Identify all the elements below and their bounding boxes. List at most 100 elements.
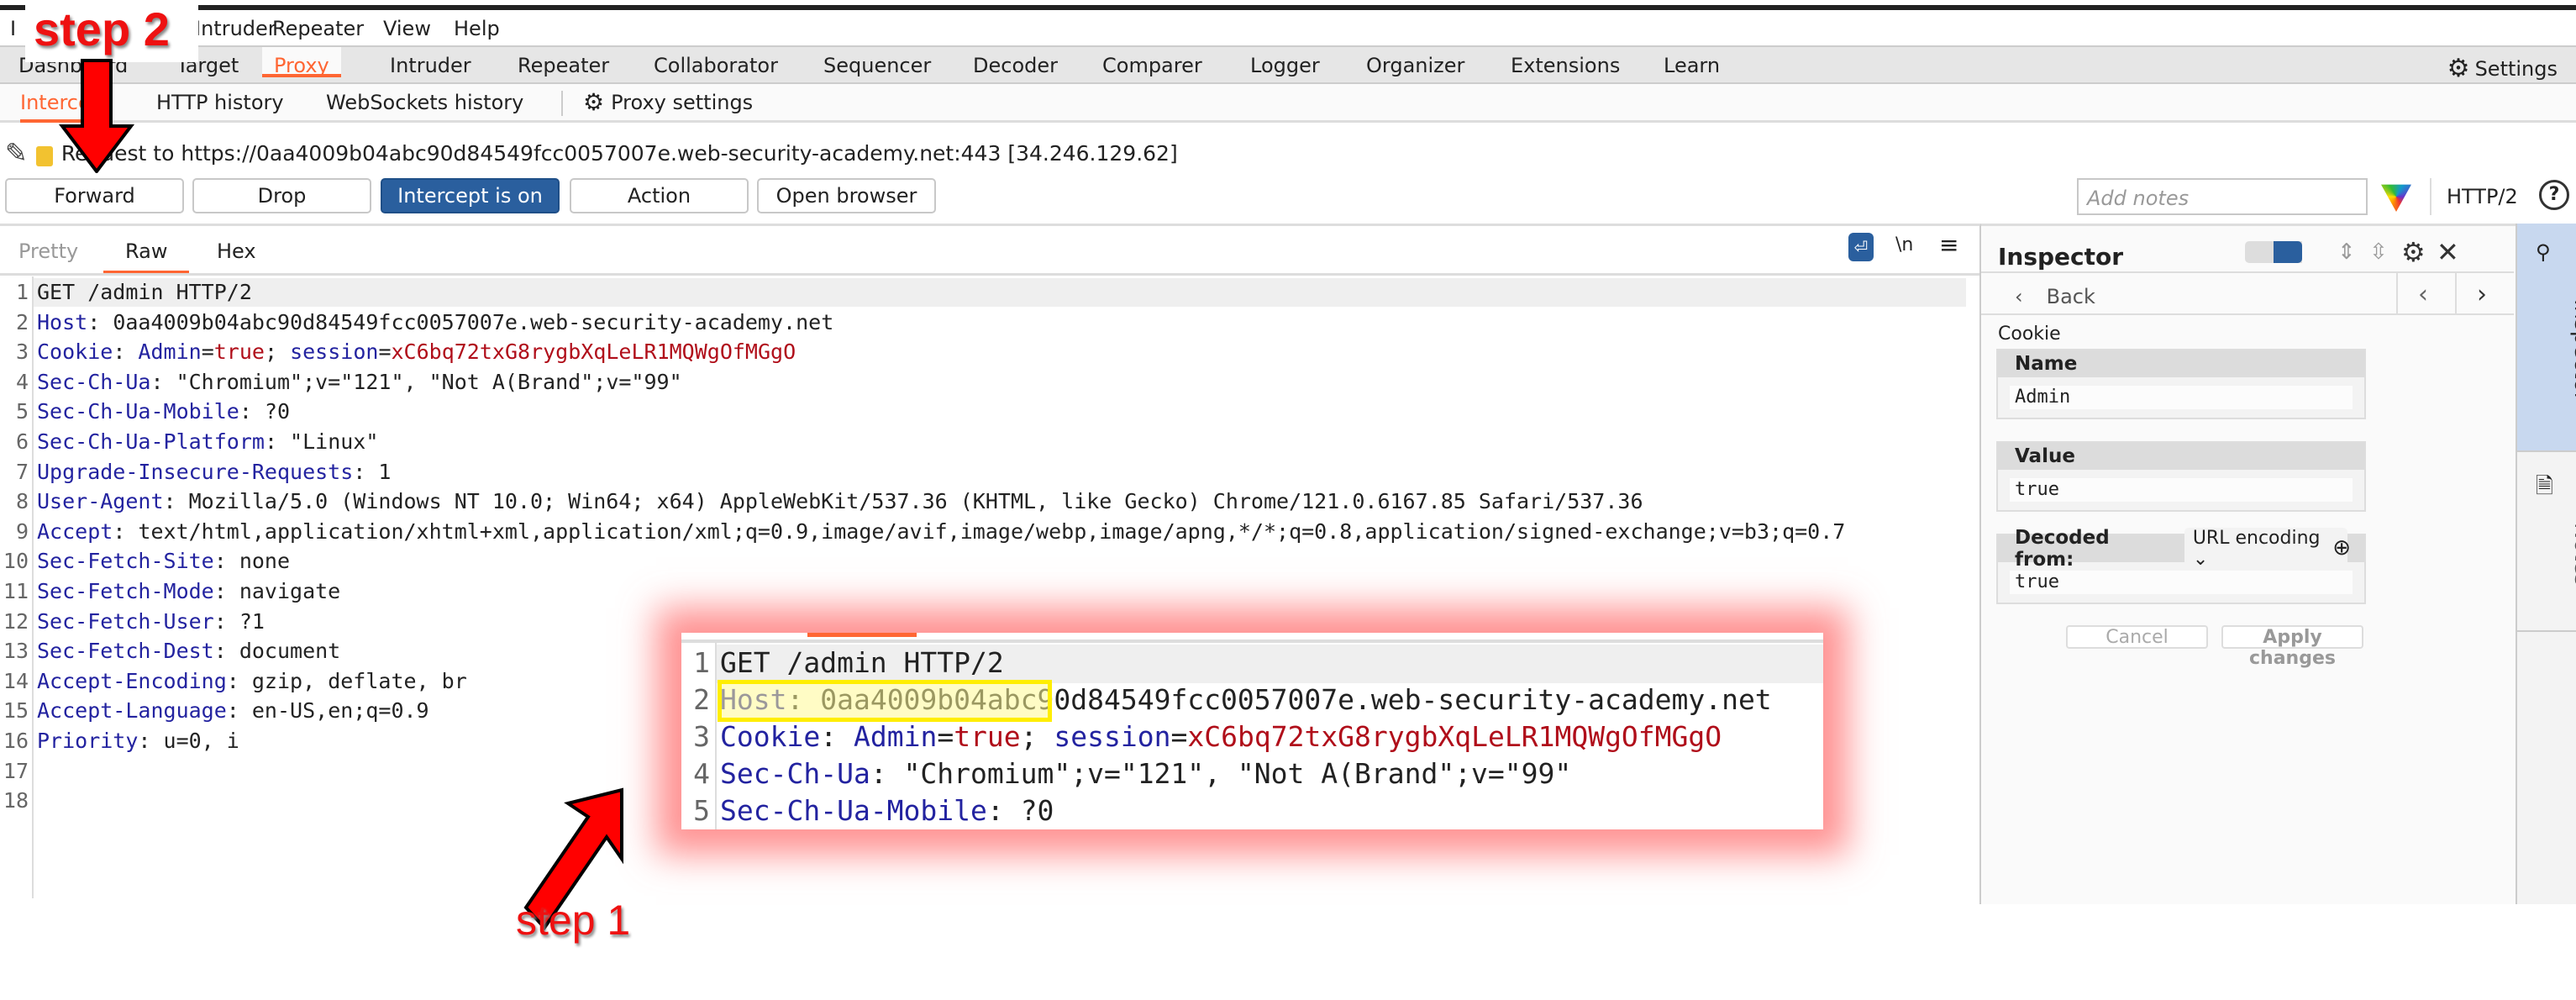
code-line: Host: 0aa4009b04abc90d84549fcc0057007e.w… <box>37 310 833 334</box>
menu-item[interactable]: I <box>10 17 16 40</box>
code-text: : u=0, i <box>138 729 239 753</box>
editor-tab-pretty[interactable]: Pretty <box>18 239 78 263</box>
header-name: Upgrade-Insecure-Requests <box>37 459 354 484</box>
notes-input[interactable]: Add notes <box>2077 178 2368 215</box>
tab-comparer[interactable]: Comparer <box>1102 54 1202 77</box>
action-button[interactable]: Action <box>570 178 749 213</box>
line-number: 14 <box>3 668 29 693</box>
cancel-button[interactable]: Cancel <box>2066 625 2208 649</box>
gear-icon[interactable]: ⚙ <box>2401 236 2426 268</box>
header-name: Accept-Encoding <box>37 668 227 693</box>
value-field[interactable]: true <box>2010 478 2353 502</box>
tab-decoder[interactable]: Decoder <box>973 54 1058 77</box>
line-number: 17 <box>3 758 29 783</box>
word-wrap-icon[interactable]: ⏎ <box>1848 233 1874 261</box>
line-number: 10 <box>3 549 29 574</box>
cookie-highlight-box <box>718 680 1052 722</box>
line-number: 7 <box>15 459 29 484</box>
tab-extensions[interactable]: Extensions <box>1511 54 1620 77</box>
layout-vertical-icon[interactable] <box>2274 241 2302 263</box>
tab-logger[interactable]: Logger <box>1250 54 1320 77</box>
subtab-websockets-history[interactable]: WebSockets history <box>326 91 523 114</box>
close-icon[interactable]: ✕ <box>2437 236 2459 268</box>
line-number: 12 <box>3 608 29 634</box>
code-text: : ?0 <box>239 399 291 424</box>
back-button[interactable]: ‹ Back <box>2015 285 2095 308</box>
subtab-http-history[interactable]: HTTP history <box>156 91 284 114</box>
line-number: 11 <box>3 579 29 603</box>
code-line: Sec-Ch-Ua-Platform: "Linux" <box>37 429 378 454</box>
intercept-toggle-button[interactable]: Intercept is on <box>381 178 560 213</box>
code-line: GET /admin HTTP/2 <box>720 646 1004 679</box>
editor-tab-raw[interactable]: Raw <box>103 239 190 275</box>
decoding-select[interactable]: URL encoding ⌄ <box>2184 528 2347 570</box>
code-line: Sec-Ch-Ua: "Chromium";v="121", "Not A(Br… <box>37 370 682 394</box>
drop-button[interactable]: Drop <box>192 178 371 213</box>
header-name: Cookie <box>720 720 821 753</box>
tab-repeater[interactable]: Repeater <box>518 54 609 77</box>
code-line: Priority: u=0, i <box>37 729 239 753</box>
tab-organizer[interactable]: Organizer <box>1366 54 1464 77</box>
editor-tab-hex[interactable]: Hex <box>217 239 256 263</box>
code-text: : en-US,en;q=0.9 <box>226 698 429 724</box>
code-text: : 0aa4009b04abc90d84549fcc0057007e.web-s… <box>87 309 834 334</box>
proxy-settings-button[interactable]: ⚙ Proxy settings <box>583 91 753 115</box>
expand-icon[interactable]: ⇕ <box>2337 239 2356 265</box>
tab-sequencer[interactable]: Sequencer <box>823 54 931 77</box>
code-line: Sec-Ch-Ua: "Chromium";v="121", "Not A(Br… <box>720 757 1571 790</box>
header-value: true <box>954 720 1021 753</box>
menu-help[interactable]: Help <box>454 17 500 40</box>
apply-changes-button[interactable]: Apply changes <box>2221 625 2363 669</box>
newline-toggle[interactable]: \n <box>1895 234 1913 255</box>
settings-button[interactable]: ⚙ Settings <box>2447 54 2558 83</box>
menu-icon[interactable]: ≡ <box>1939 231 1958 259</box>
menu-repeater[interactable]: Repeater <box>272 17 364 40</box>
header-name: Sec-Fetch-Site <box>37 549 214 574</box>
side-tab-inspector[interactable]: ⚲ Inspector <box>2517 224 2576 450</box>
menu-intruder[interactable]: Intruder <box>195 17 276 40</box>
code-text: : none <box>213 549 291 574</box>
arrow-down-icon <box>59 59 134 173</box>
collapse-icon[interactable]: ⇳ <box>2369 239 2388 265</box>
menu-view[interactable]: View <box>383 17 431 40</box>
menu-bar: I Intruder Repeater View Help <box>0 10 2576 47</box>
name-field[interactable]: Admin <box>2010 386 2353 409</box>
back-label: Back <box>2046 285 2095 308</box>
code-line: GET /admin HTTP/2 <box>37 280 252 304</box>
line-number: 2 <box>15 309 29 334</box>
tab-intruder[interactable]: Intruder <box>390 54 471 77</box>
decoded-field[interactable]: true <box>2010 571 2353 594</box>
header-name: Host <box>37 309 88 334</box>
header-name: Sec-Fetch-Dest <box>37 639 214 664</box>
previous-icon[interactable]: ‹ <box>2418 280 2428 309</box>
header-name: Sec-Ch-Ua-Platform <box>37 429 265 454</box>
divider <box>561 91 563 116</box>
name-label: Name <box>1998 350 2364 377</box>
header-name: Sec-Ch-Ua <box>720 757 870 790</box>
open-browser-button[interactable]: Open browser <box>757 178 936 213</box>
next-icon[interactable]: › <box>2477 280 2487 309</box>
add-icon[interactable]: ⊕ <box>2332 535 2351 561</box>
divider <box>2455 273 2457 313</box>
tab-collaborator[interactable]: Collaborator <box>654 54 778 77</box>
inspector-title: Inspector <box>1998 243 2124 271</box>
forward-button[interactable]: Forward <box>5 178 184 213</box>
notes-icon: 🗎 <box>2536 474 2553 499</box>
code-line: Accept-Language: en-US,en;q=0.9 <box>37 698 429 723</box>
line-number: 5 <box>15 399 29 424</box>
request-target: Request to https://0aa4009b04abc90d84549… <box>60 140 1178 166</box>
settings-label: Settings <box>2474 56 2558 81</box>
header-name: Admin <box>853 720 938 753</box>
side-tab-notes[interactable]: 🗎 Notes <box>2517 450 2576 632</box>
code-text: = <box>378 339 392 365</box>
highlight-color-icon[interactable] <box>2381 184 2411 212</box>
tab-proxy[interactable]: Proxy <box>262 47 341 77</box>
tab-learn[interactable]: Learn <box>1664 54 1720 77</box>
help-icon[interactable]: ? <box>2539 180 2569 210</box>
value-label: Value <box>1998 443 2364 470</box>
pencil-icon[interactable]: ✎ <box>5 137 28 169</box>
code-text: : "Chromium";v="121", "Not A(Brand";v="9… <box>870 757 1572 790</box>
code-text: : "Linux" <box>264 429 379 454</box>
code-line: Accept-Encoding: gzip, deflate, br <box>37 669 467 693</box>
divider <box>1981 313 2514 315</box>
